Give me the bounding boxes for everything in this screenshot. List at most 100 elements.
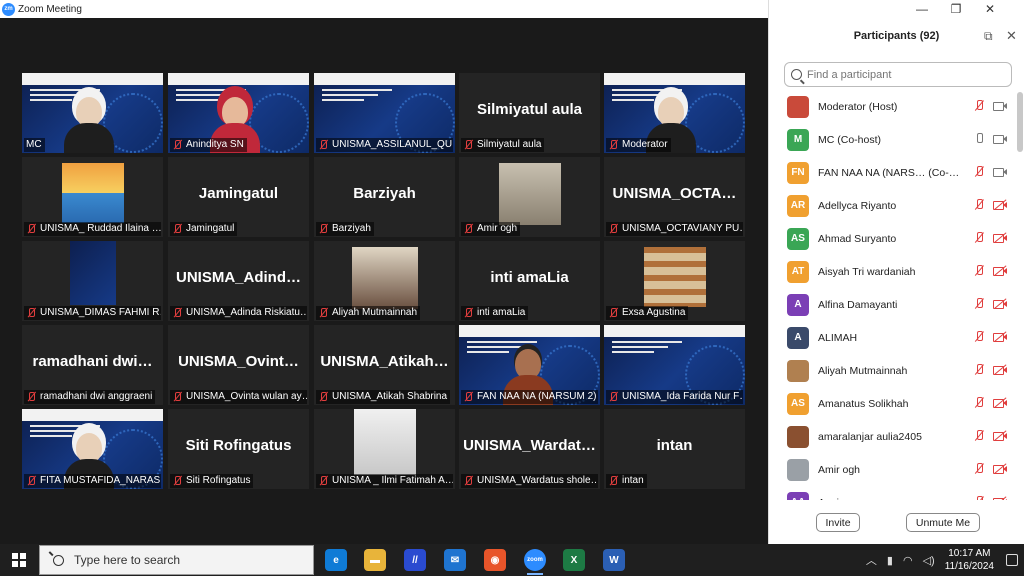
muted-mic-icon (26, 308, 36, 318)
tile-participant-name: UNISMA_Atikah Shabrina (332, 391, 448, 402)
tile-participant-name: UNISMA_ Ruddad Ilaina … (40, 223, 161, 234)
participant-row[interactable]: M MC (Co-host) (769, 123, 1019, 156)
participant-row[interactable]: AR Adellyca Riyanto (769, 189, 1019, 222)
video-tile[interactable]: Exsa Agustina (604, 241, 745, 321)
video-tile[interactable]: UNISMA_ASSILANUL_QU… (314, 73, 455, 153)
camera-icon (993, 100, 1007, 112)
mic-muted-icon (973, 397, 985, 409)
video-tile[interactable]: UNISMA_Ida Farida Nur F… (604, 325, 745, 405)
wifi-icon[interactable]: ◠ (903, 554, 913, 567)
minimize-icon[interactable]: — (905, 0, 939, 18)
participant-row[interactable]: AT Aisyah Tri wardaniah (769, 255, 1019, 288)
video-tile[interactable]: UNISMA_Ovint… UNISMA_Ovinta wulan ay… (168, 325, 309, 405)
video-tile[interactable]: ramadhani dwi… ramadhani dwi anggraeni (22, 325, 163, 405)
battery-icon[interactable]: ▮ (887, 554, 893, 567)
video-tile[interactable]: UNISMA_OCTA… UNISMA_OCTAVIANY PU… (604, 157, 745, 237)
excel-icon[interactable]: X (563, 549, 585, 571)
muted-mic-icon (463, 224, 473, 234)
mail-icon[interactable]: ✉ (444, 549, 466, 571)
video-tile[interactable]: inti amaLia inti amaLia (459, 241, 600, 321)
tile-participant-name: UNISMA_DIMAS FAHMI R… (40, 307, 161, 318)
tile-display-name: Silmiyatul aula (476, 101, 583, 118)
taskbar-clock[interactable]: 10:17 AM 11/16/2024 (945, 547, 994, 573)
restore-icon[interactable]: ❐ (939, 0, 973, 18)
video-tile[interactable]: MC (22, 73, 163, 153)
camera-off-icon (993, 430, 1007, 442)
windows-start-icon[interactable] (12, 553, 26, 567)
window-title: Zoom Meeting (18, 3, 82, 15)
muted-mic-icon (463, 392, 473, 402)
mic-muted-icon (973, 430, 985, 442)
file-explorer-icon[interactable]: ▬ (364, 549, 386, 571)
muted-mic-icon (463, 308, 473, 318)
video-tile[interactable]: Moderator (604, 73, 745, 153)
tile-label: FITA MUSTAFIDA_NARAS… (24, 474, 161, 488)
clock-time: 10:17 AM (948, 548, 991, 559)
avatar (787, 95, 809, 118)
video-tile[interactable]: intan intan (604, 409, 745, 489)
volume-icon[interactable]: ◁) (923, 554, 935, 567)
muted-mic-icon (172, 392, 182, 402)
participant-list-scrollbar[interactable] (1017, 92, 1023, 152)
video-tile[interactable]: UNISMA_Wardat… UNISMA_Wardatus shole… (459, 409, 600, 489)
video-tile[interactable]: UNISMA_DIMAS FAHMI R… (22, 241, 163, 321)
participant-row[interactable]: FN FAN NAA NA (NARS… (Co-host) (769, 156, 1019, 189)
unmute-me-button[interactable]: Unmute Me (906, 513, 980, 532)
clock-date: 11/16/2024 (944, 561, 994, 572)
edge-icon[interactable]: e (325, 549, 347, 571)
muted-mic-icon (463, 476, 473, 486)
mic-muted-icon (973, 496, 985, 500)
participant-search-input[interactable] (807, 68, 1007, 81)
pop-out-icon[interactable]: ⧉ (984, 29, 993, 44)
tile-participant-name: intan (622, 475, 644, 486)
video-tile[interactable]: Aliyah Mutmainnah (314, 241, 455, 321)
participant-row[interactable]: AS Ahmad Suryanto (769, 222, 1019, 255)
video-tile[interactable]: Amir ogh (459, 157, 600, 237)
video-tile[interactable]: Silmiyatul aula Silmiyatul aula (459, 73, 600, 153)
video-tile[interactable]: Jamingatul Jamingatul (168, 157, 309, 237)
avatar: A (787, 293, 809, 316)
tile-display-name: Jamingatul (198, 185, 279, 202)
tile-label: UNISMA _ Ilmi Fatimah A… (316, 474, 453, 488)
close-panel-icon[interactable]: ✕ (1006, 28, 1017, 44)
video-tile[interactable]: Barziyah Barziyah (314, 157, 455, 237)
tile-label: UNISMA_Ovinta wulan ay… (170, 390, 307, 404)
avatar: FN (787, 161, 809, 184)
participant-row[interactable]: AS Amanatus Solikhah (769, 387, 1019, 420)
participant-row[interactable]: A ALIMAH (769, 321, 1019, 354)
tile-label: UNISMA_ Ruddad Ilaina … (24, 222, 161, 236)
video-tile[interactable]: UNISMA _ Ilmi Fatimah A… (314, 409, 455, 489)
participant-search[interactable] (784, 62, 1012, 87)
muted-mic-icon (608, 140, 618, 150)
participant-row[interactable]: AA Anni… (769, 486, 1019, 500)
tile-participant-name: Aliyah Mutmainnah (332, 307, 418, 318)
zoom-icon[interactable]: zoom (524, 549, 546, 575)
tile-display-name: UNISMA_Wardat… (463, 437, 596, 454)
avatar (787, 359, 809, 382)
camera-off-icon (993, 331, 1007, 343)
participant-row[interactable]: Aliyah Mutmainnah (769, 354, 1019, 387)
notification-icon[interactable] (1006, 554, 1018, 566)
close-window-icon[interactable]: ✕ (973, 0, 1007, 18)
firefox-icon[interactable]: ◉ (484, 549, 506, 571)
video-tile[interactable]: Siti Rofingatus Siti Rofingatus (168, 409, 309, 489)
video-tile[interactable]: UNISMA_Adind… UNISMA_Adinda Riskiatu… (168, 241, 309, 321)
video-tile[interactable]: Aninditya SN (168, 73, 309, 153)
participant-row[interactable]: A Alfina Damayanti (769, 288, 1019, 321)
slash-app-icon[interactable]: // (404, 549, 426, 571)
invite-button[interactable]: Invite (816, 513, 860, 532)
word-icon[interactable]: W (603, 549, 625, 571)
tile-label: Aninditya SN (170, 138, 247, 152)
tile-participant-name: UNISMA_OCTAVIANY PU… (622, 223, 743, 234)
video-tile[interactable]: UNISMA_ Ruddad Ilaina … (22, 157, 163, 237)
video-tile[interactable]: FAN NAA NA (NARSUM 2) (459, 325, 600, 405)
participant-row[interactable]: Moderator (Host) (769, 90, 1019, 123)
video-tile[interactable]: UNISMA_Atikah… UNISMA_Atikah Shabrina (314, 325, 455, 405)
camera-off-icon (993, 298, 1007, 310)
participant-row[interactable]: Amir ogh (769, 453, 1019, 486)
window-controls: — ❐ ✕ (905, 0, 1007, 18)
taskbar-search[interactable]: Type here to search (39, 545, 314, 575)
tray-chevron-icon[interactable]: ︿ (866, 552, 877, 568)
participant-row[interactable]: amaralanjar aulia2405 (769, 420, 1019, 453)
video-tile[interactable]: FITA MUSTAFIDA_NARAS… (22, 409, 163, 489)
